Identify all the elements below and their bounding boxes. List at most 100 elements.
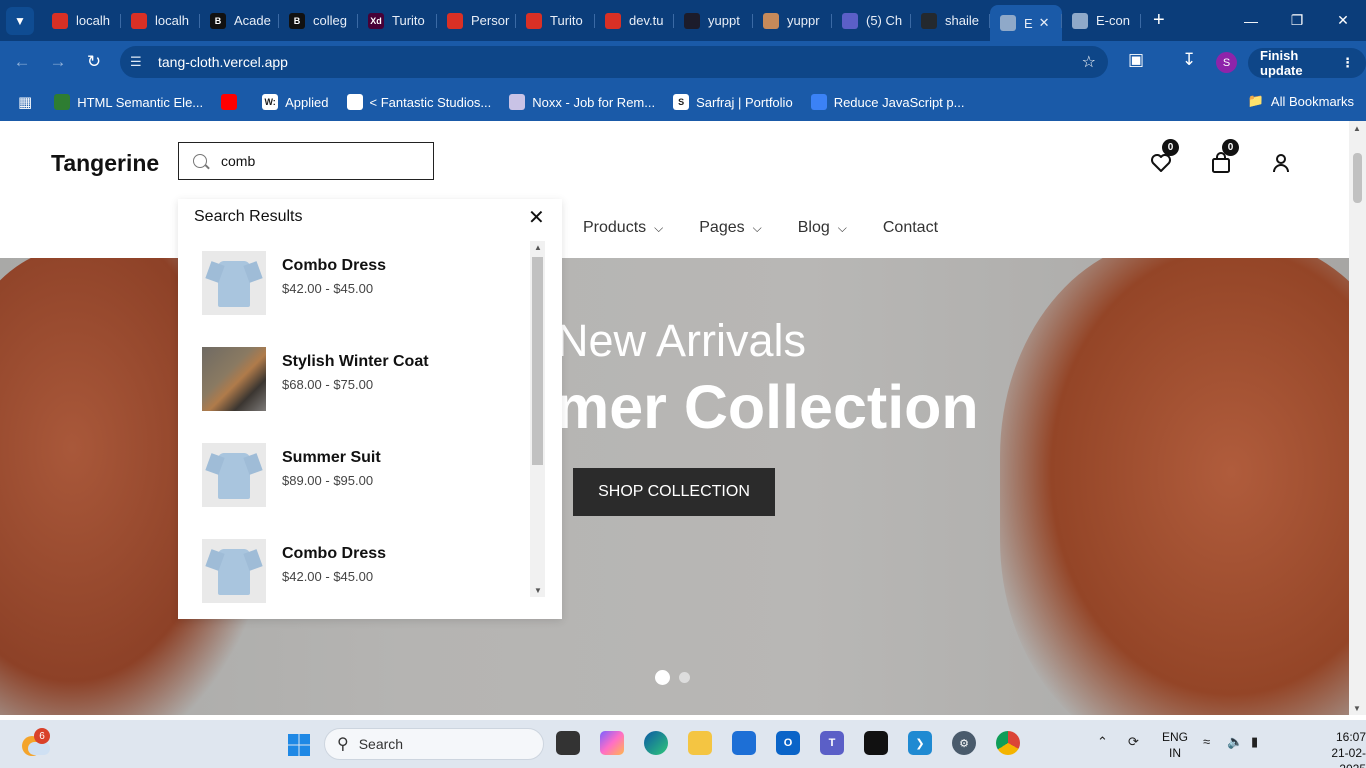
edge-icon[interactable] <box>644 731 668 755</box>
browser-tab[interactable]: yuppt <box>674 5 753 37</box>
bookmark-item[interactable]: S Sarfraj | Portfolio <box>673 94 793 110</box>
search-result-item[interactable]: Stylish Winter Coat $68.00 - $75.00 <box>202 347 542 411</box>
finish-update-button[interactable]: Finish update ⋮ <box>1248 48 1366 78</box>
forward-button[interactable]: → <box>40 52 76 72</box>
address-bar[interactable]: ☰ tang-cloth.vercel.app ☆ <box>120 46 1108 78</box>
battery-icon[interactable]: ▮ <box>1251 734 1258 750</box>
nav-item-contact[interactable]: Contact <box>883 219 938 237</box>
product-name[interactable]: Combo Dress <box>282 257 386 275</box>
bookmark-item[interactable]: Reduce JavaScript p... <box>810 94 964 110</box>
store-icon[interactable] <box>732 731 756 755</box>
bookmark-item[interactable]: Noxx - Job for Rem... <box>509 94 655 110</box>
globe-icon <box>1072 12 1088 29</box>
bookmark-item[interactable]: < Fantastic Studios... <box>346 94 491 110</box>
taskbar-search[interactable]: ⚲ Search <box>324 728 544 760</box>
start-button[interactable] <box>287 733 311 762</box>
browser-tab[interactable]: B Acade <box>200 5 279 37</box>
site-info-icon[interactable]: ☰ <box>130 54 150 70</box>
language-indicator[interactable]: ENG IN <box>1162 729 1188 761</box>
browser-tab[interactable]: yuppr <box>753 5 832 37</box>
browser-tab[interactable]: dev.tu <box>595 5 674 37</box>
bookmark-item[interactable]: W: Applied <box>262 94 329 110</box>
product-name[interactable]: Combo Dress <box>282 545 386 563</box>
browser-tab[interactable]: Bcolleg <box>279 5 358 37</box>
browser-tab[interactable]: Turito <box>516 5 595 37</box>
wishlist-button[interactable]: 0 <box>1149 139 1179 175</box>
product-name[interactable]: Stylish Winter Coat <box>282 353 429 371</box>
nav-item-products[interactable]: Products ⌵ <box>583 219 663 237</box>
reload-button[interactable]: ↻ <box>76 52 112 72</box>
browser-tab[interactable]: shaile <box>911 5 990 37</box>
close-results-button[interactable]: ✕ <box>528 205 545 230</box>
bookmark-label: Noxx - Job for Rem... <box>532 94 656 110</box>
show-hidden-icons-chevron-icon[interactable]: ⌃ <box>1097 734 1108 750</box>
vscode-icon[interactable]: ❯ <box>908 731 932 755</box>
bookmark-item[interactable]: HTML Semantic Ele... <box>54 94 203 110</box>
close-tab-icon[interactable]: ✕ <box>1039 15 1050 31</box>
search-result-item[interactable]: Combo Dress $42.00 - $45.00 <box>202 539 542 603</box>
clock[interactable]: 16:07 21-02-2025 <box>1312 729 1366 768</box>
browser-tab[interactable]: E-con <box>1062 5 1141 37</box>
product-thumbnail <box>202 251 266 315</box>
close-window-button[interactable]: ✕ <box>1320 0 1366 41</box>
minimize-button[interactable]: — <box>1228 0 1274 41</box>
product-name[interactable]: Summer Suit <box>282 449 381 467</box>
page-scroll-up-icon[interactable]: ▲ <box>1353 124 1361 133</box>
apps-grid-icon[interactable]: ▦ <box>18 93 32 111</box>
globe-icon <box>1000 15 1016 31</box>
download-icon[interactable]: ↧ <box>1182 50 1196 70</box>
tab-title: colleg <box>313 13 347 28</box>
flag-icon <box>810 94 827 110</box>
tab-search-button[interactable]: ▼ <box>6 6 34 35</box>
browser-tab[interactable]: Persor <box>437 5 516 37</box>
hero-subtitle: New Arrivals <box>556 315 807 366</box>
settings-gear-icon[interactable]: ⚙ <box>952 731 976 755</box>
nav-item-blog[interactable]: Blog ⌵ <box>798 219 847 237</box>
sync-icon[interactable]: ⟳ <box>1128 734 1139 750</box>
results-scrollbar[interactable]: ▲ ▼ <box>530 241 545 597</box>
search-input[interactable] <box>221 153 421 169</box>
restore-button[interactable]: ❐ <box>1274 0 1320 41</box>
nav-item-pages[interactable]: Pages ⌵ <box>699 219 761 237</box>
site-logo[interactable]: Tangerine <box>51 150 159 177</box>
carousel-dot-1[interactable] <box>655 670 670 685</box>
task-view-icon[interactable] <box>556 731 580 755</box>
browser-tab[interactable]: (5) Ch <box>832 5 911 37</box>
volume-icon[interactable]: 🔈 <box>1227 734 1243 750</box>
carousel-dot-2[interactable] <box>679 672 690 683</box>
weather-widget[interactable]: 6 <box>22 728 50 756</box>
browser-tab[interactable]: E ✕ <box>990 5 1062 41</box>
taskbar-search-icon: ⚲ <box>337 736 349 753</box>
profile-avatar[interactable]: S <box>1216 52 1237 73</box>
cart-button[interactable]: 0 <box>1209 139 1239 175</box>
wifi-icon[interactable]: ≈ <box>1203 734 1210 749</box>
taskbar-search-label: Search <box>358 736 404 752</box>
page-scroll-thumb[interactable] <box>1353 153 1362 203</box>
bookmark-item[interactable] <box>221 94 244 110</box>
scroll-down-arrow-icon[interactable]: ▼ <box>534 586 542 595</box>
outlook-icon[interactable]: O <box>776 731 800 755</box>
search-result-item[interactable]: Summer Suit $89.00 - $95.00 <box>202 443 542 507</box>
browser-tab[interactable]: localh <box>42 5 121 37</box>
all-bookmarks-button[interactable]: 📁 All Bookmarks <box>1248 93 1354 109</box>
copilot-icon[interactable] <box>600 731 624 755</box>
new-tab-button[interactable]: + <box>1153 9 1165 32</box>
teams-icon[interactable]: T <box>820 731 844 755</box>
file-explorer-icon[interactable] <box>688 731 712 755</box>
chrome-icon[interactable] <box>996 731 1020 755</box>
bookmark-star-icon[interactable]: ☆ <box>1082 52 1096 72</box>
capcut-icon[interactable] <box>864 731 888 755</box>
chevron-down-icon: ⌵ <box>752 220 762 235</box>
search-result-item[interactable]: Combo Dress $42.00 - $45.00 <box>202 251 542 315</box>
page-scroll-down-icon[interactable]: ▼ <box>1353 704 1361 713</box>
extensions-icon[interactable]: ▣ <box>1128 50 1144 70</box>
results-scroll-thumb[interactable] <box>532 257 543 465</box>
browser-tab[interactable]: localh <box>121 5 200 37</box>
page-scrollbar[interactable]: ▲ ▼ <box>1349 121 1366 715</box>
clock-date: 21-02-2025 <box>1331 746 1366 768</box>
scroll-up-arrow-icon[interactable]: ▲ <box>534 243 542 252</box>
browser-tab[interactable]: Xd Turito <box>358 5 437 37</box>
shop-collection-button[interactable]: SHOP COLLECTION <box>573 468 775 516</box>
account-button[interactable] <box>1269 151 1293 175</box>
back-button[interactable]: ← <box>4 52 40 72</box>
